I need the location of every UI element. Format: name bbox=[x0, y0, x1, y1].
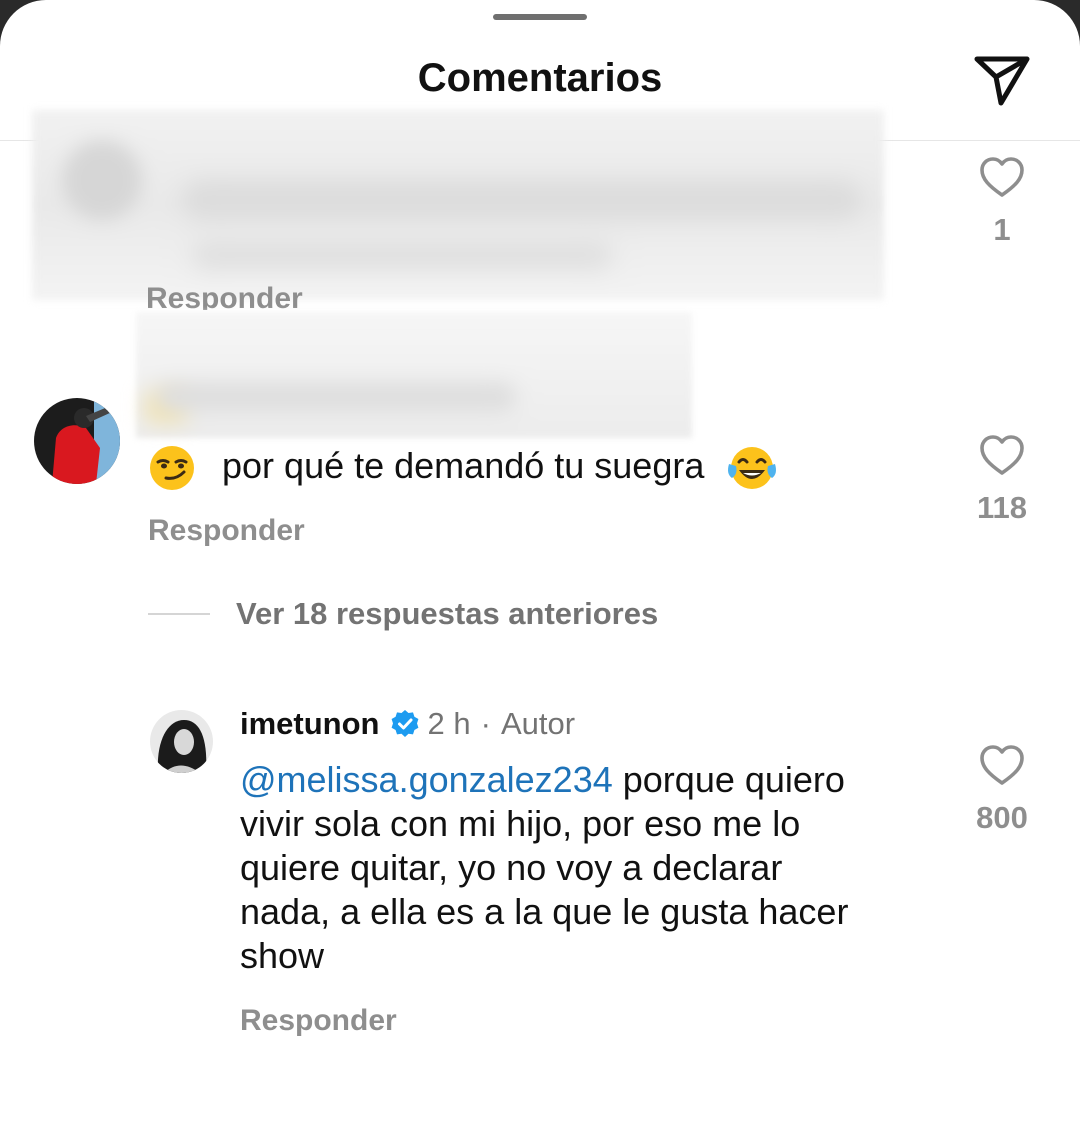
reply-button-partial[interactable]: Responder bbox=[146, 274, 303, 310]
reply-button[interactable]: Responder bbox=[240, 1004, 397, 1038]
author-label: Autor bbox=[500, 706, 576, 741]
reply-line: vivir sola con mi hijo, por eso me lo bbox=[240, 803, 801, 844]
reply-line: show bbox=[240, 935, 325, 976]
blurred-comment-header bbox=[136, 312, 692, 438]
share-button[interactable] bbox=[968, 48, 1036, 112]
view-previous-replies[interactable]: Ver 18 respuestas anteriores bbox=[148, 596, 658, 632]
timestamp: 2 h bbox=[427, 706, 471, 741]
blurred-comment bbox=[32, 110, 884, 300]
replies-line bbox=[148, 613, 210, 615]
meta-separator: · bbox=[480, 706, 491, 741]
heart-icon[interactable] bbox=[979, 434, 1025, 476]
avatar[interactable] bbox=[150, 710, 213, 773]
page-title: Comentarios bbox=[417, 56, 663, 100]
username[interactable]: imetunon bbox=[240, 706, 380, 742]
paper-plane-icon bbox=[974, 56, 1030, 106]
reply-meta: imetunon 2 h · Autor bbox=[240, 706, 575, 742]
like-control[interactable]: 1 bbox=[952, 156, 1052, 248]
avatar-image bbox=[150, 710, 213, 773]
face-with-tears-of-joy-emoji-icon bbox=[728, 447, 777, 490]
verified-badge-icon bbox=[390, 709, 420, 739]
like-control[interactable]: 800 bbox=[952, 744, 1052, 836]
avatar[interactable] bbox=[34, 398, 120, 484]
reply-line: quiere quitar, yo no voy a declarar bbox=[240, 847, 783, 888]
reply-line: porque quiero bbox=[622, 759, 845, 800]
comment-body: por qué te demandó tu suegra bbox=[222, 445, 705, 486]
sheet-grabber[interactable] bbox=[493, 14, 587, 20]
like-count: 800 bbox=[976, 800, 1028, 835]
reply-text: @melissa.gonzalez234 porque quiero vivir… bbox=[240, 758, 940, 978]
smirking-face-emoji-icon bbox=[150, 446, 194, 491]
like-count: 1 bbox=[993, 212, 1011, 247]
avatar-image bbox=[34, 398, 120, 484]
reply-line: nada, a ella es a la que le gusta hacer bbox=[240, 891, 849, 932]
like-control[interactable]: 118 bbox=[952, 434, 1052, 526]
like-count: 118 bbox=[976, 490, 1027, 525]
comments-sheet: Comentarios Responder 1 por qué te deman… bbox=[0, 0, 1080, 1140]
reply-button[interactable]: Responder bbox=[148, 514, 305, 548]
view-replies-label[interactable]: Ver 18 respuestas anteriores bbox=[236, 596, 658, 632]
comment-text: por qué te demandó tu suegra bbox=[148, 444, 778, 492]
heart-icon[interactable] bbox=[979, 156, 1025, 198]
heart-icon[interactable] bbox=[979, 744, 1025, 786]
mention-link[interactable]: @melissa.gonzalez234 bbox=[240, 759, 613, 800]
